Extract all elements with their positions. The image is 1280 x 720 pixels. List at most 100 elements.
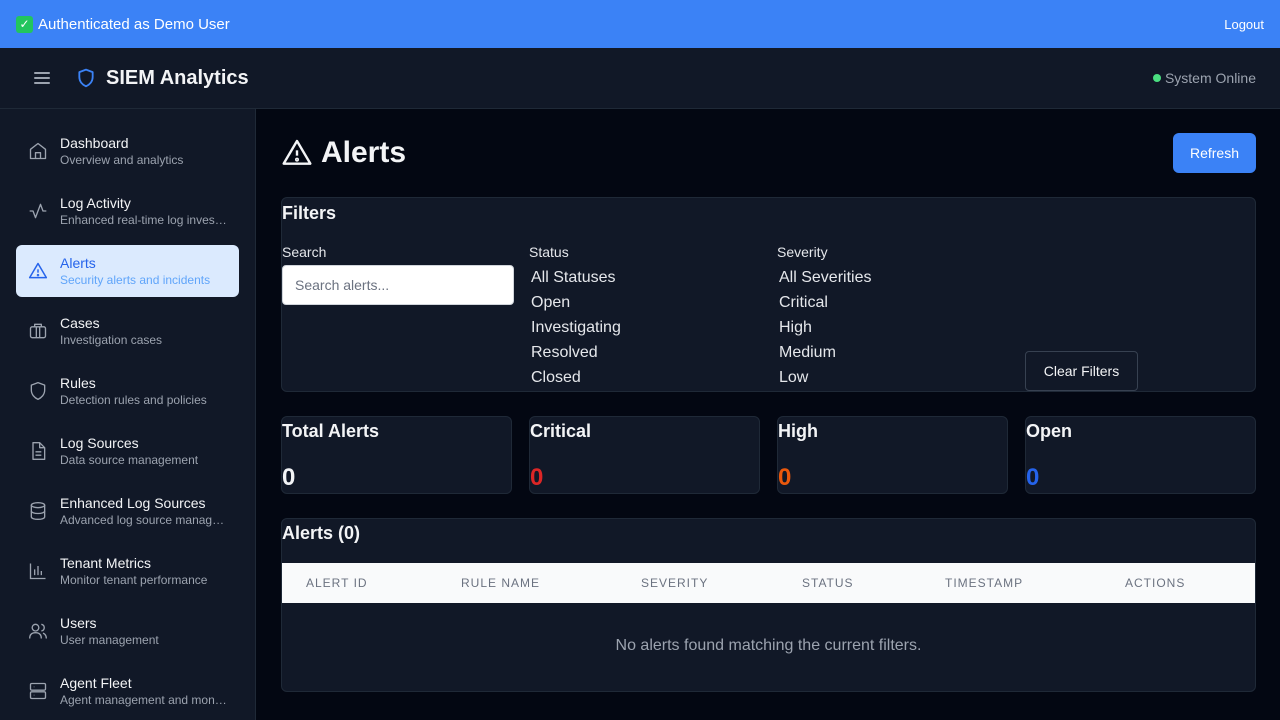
app-header: SIEM Analytics System Online: [0, 48, 1280, 109]
page-header: Alerts Refresh: [281, 109, 1256, 197]
severity-label: Severity: [777, 244, 828, 260]
severity-option[interactable]: All Severities: [777, 265, 871, 290]
stat-card-total: Total Alerts 0: [281, 416, 512, 494]
status-text: System Online: [1164, 70, 1256, 86]
sidebar-item-log-activity[interactable]: Log Activity Enhanced real-time log inves…: [16, 185, 239, 237]
sidebar-item-tenant-metrics[interactable]: Tenant Metrics Monitor tenant performance: [16, 545, 239, 597]
sidebar-item-subtitle: Investigation cases: [60, 333, 163, 347]
sidebar-item-subtitle: Overview and analytics: [60, 153, 184, 167]
severity-option[interactable]: Critical: [777, 290, 871, 315]
sidebar-item-subtitle: Advanced log source management: [60, 513, 228, 527]
sidebar-item-subtitle: Agent management and monitoring: [60, 693, 228, 707]
brand[interactable]: SIEM Analytics: [76, 67, 249, 90]
bar-chart-icon: [29, 563, 46, 580]
menu-icon[interactable]: [34, 72, 50, 84]
filters-panel: Filters Search Status All Statuses Open …: [281, 197, 1256, 392]
sidebar-item-label: Alerts: [60, 255, 96, 271]
sidebar-item-label: Tenant Metrics: [60, 555, 152, 571]
activity-icon: [29, 203, 47, 219]
alert-triangle-icon: [28, 262, 48, 279]
server-icon: [29, 682, 47, 700]
sidebar-item-label: Cases: [60, 315, 100, 331]
alerts-table: Alerts (0) ALERT ID RULE NAME SEVERITY S…: [281, 518, 1256, 692]
filters-title: Filters: [282, 203, 337, 223]
system-status: System Online: [1152, 70, 1256, 86]
stat-value: 0: [282, 464, 296, 491]
status-option[interactable]: Open: [529, 290, 621, 315]
sidebar-item-label: Log Activity: [60, 195, 131, 211]
sidebar-item-label: Agent Fleet: [60, 675, 132, 691]
sidebar-item-subtitle: Data source management: [60, 453, 199, 467]
stat-value: 0: [1026, 464, 1040, 491]
alert-triangle-icon: [282, 139, 312, 165]
sidebar-item-subtitle: Detection rules and policies: [60, 393, 207, 407]
refresh-button[interactable]: Refresh: [1173, 133, 1256, 173]
main-content: Alerts Refresh Filters Search Status All…: [281, 109, 1256, 692]
sidebar: Dashboard Overview and analytics Log Acti…: [0, 109, 256, 720]
search-input[interactable]: [282, 265, 514, 305]
status-option[interactable]: Investigating: [529, 315, 621, 340]
stat-label: High: [778, 421, 818, 441]
stat-value: 0: [530, 464, 544, 491]
sidebar-item-cases[interactable]: Cases Investigation cases: [16, 305, 239, 357]
sidebar-item-subtitle: Security alerts and incidents: [60, 273, 211, 287]
table-title: Alerts (0): [282, 523, 361, 543]
column-header[interactable]: RULE NAME: [461, 563, 540, 603]
home-icon: [29, 142, 47, 160]
column-header[interactable]: STATUS: [802, 563, 854, 603]
sidebar-item-label: Enhanced Log Sources: [60, 495, 206, 511]
auth-status: ✓ Authenticated as Demo User: [16, 15, 230, 33]
column-header[interactable]: ACTIONS: [1125, 563, 1185, 603]
status-option[interactable]: Closed: [529, 365, 621, 390]
sidebar-item-subtitle: User management: [60, 633, 159, 647]
status-label: Status: [529, 244, 569, 260]
page-title: Alerts: [281, 136, 406, 170]
stat-value: 0: [778, 464, 792, 491]
stat-label: Open: [1026, 421, 1073, 441]
stat-card-critical: Critical 0: [529, 416, 760, 494]
column-header[interactable]: ALERT ID: [306, 563, 368, 603]
stat-label: Total Alerts: [282, 421, 380, 441]
sidebar-item-dashboard[interactable]: Dashboard Overview and analytics: [16, 125, 239, 177]
sidebar-item-label: Log Sources: [60, 435, 139, 451]
page-title-text: Alerts: [321, 136, 407, 169]
sidebar-item-log-sources[interactable]: Log Sources Data source management: [16, 425, 239, 477]
logout-button[interactable]: Logout: [1224, 17, 1264, 32]
stat-label: Critical: [530, 421, 592, 441]
sidebar-item-label: Users: [60, 615, 97, 631]
severity-option[interactable]: High: [777, 315, 871, 340]
column-header[interactable]: SEVERITY: [641, 563, 708, 603]
users-icon: [29, 623, 47, 639]
shield-icon: [78, 68, 94, 88]
briefcase-icon: [29, 323, 47, 339]
status-option[interactable]: All Statuses: [529, 265, 621, 290]
auth-text: Authenticated as Demo User: [38, 15, 230, 33]
severity-option[interactable]: Low: [777, 365, 871, 390]
table-header: ALERT ID RULE NAME SEVERITY STATUS TIMES…: [282, 563, 1255, 603]
check-icon: ✓: [16, 15, 33, 33]
status-option[interactable]: Resolved: [529, 340, 621, 365]
sidebar-item-subtitle: Monitor tenant performance: [60, 573, 208, 587]
shield-icon: [30, 382, 46, 400]
sidebar-item-alerts[interactable]: Alerts Security alerts and incidents: [16, 245, 239, 297]
sidebar-item-rules[interactable]: Rules Detection rules and policies: [16, 365, 239, 417]
empty-state: No alerts found matching the current fil…: [615, 637, 922, 654]
status-filter: Status All Statuses Open Investigating R…: [529, 244, 621, 390]
column-header[interactable]: TIMESTAMP: [945, 563, 1023, 603]
database-icon: [30, 502, 46, 521]
file-text-icon: [32, 442, 46, 460]
severity-filter: Severity All Severities Critical High Me…: [777, 244, 871, 390]
search-filter: Search: [282, 244, 514, 305]
sidebar-item-subtitle: Enhanced real-time log investigation: [60, 213, 228, 227]
stat-card-high: High 0: [777, 416, 1008, 494]
clear-filters-button[interactable]: Clear Filters: [1025, 351, 1138, 391]
status-dot-icon: [1152, 74, 1161, 82]
sidebar-item-label: Rules: [60, 375, 96, 391]
sidebar-item-label: Dashboard: [60, 135, 129, 151]
sidebar-item-enhanced-log-sources[interactable]: Enhanced Log Sources Advanced log source …: [16, 485, 239, 537]
sidebar-item-agent-fleet[interactable]: Agent Fleet Agent management and monitori…: [16, 665, 239, 717]
severity-option[interactable]: Medium: [777, 340, 871, 365]
auth-banner: ✓ Authenticated as Demo User Logout: [0, 0, 1280, 48]
sidebar-item-users[interactable]: Users User management: [16, 605, 239, 657]
stat-card-open: Open 0: [1025, 416, 1256, 494]
